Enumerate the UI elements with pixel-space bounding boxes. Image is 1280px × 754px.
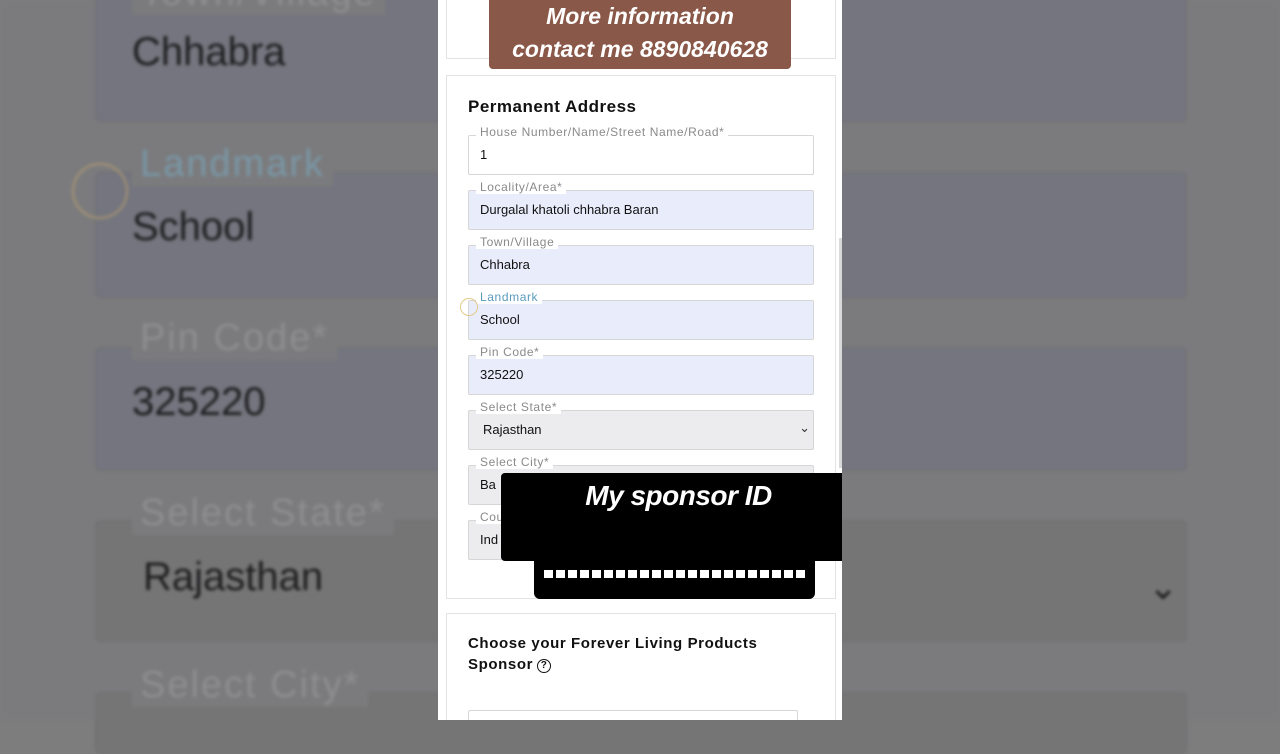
town-field[interactable]: Town/Village Chhabra: [468, 235, 814, 285]
bg-pin-value: 325220: [132, 380, 266, 424]
city-value: Ba: [480, 477, 496, 492]
pin-code-field[interactable]: Pin Code* 325220: [468, 345, 814, 395]
chevron-down-icon: ⌄: [799, 420, 810, 435]
bg-touch-indicator: [72, 163, 128, 219]
city-label: Select City*: [476, 455, 554, 469]
touch-indicator: [460, 298, 478, 316]
pin-code-value: 325220: [480, 367, 524, 382]
house-number-field[interactable]: House Number/Name/Street Name/Road* 1: [468, 125, 814, 175]
locality-field[interactable]: Locality/Area* Durgalal khatoli chhabra …: [468, 180, 814, 230]
locality-label: Locality/Area*: [476, 180, 567, 194]
bg-state-label: Select State*: [132, 492, 394, 535]
pin-code-label: Pin Code*: [476, 345, 544, 359]
landmark-field[interactable]: Landmark School: [468, 290, 814, 340]
house-number-label: House Number/Name/Street Name/Road*: [476, 125, 729, 139]
country-value: Ind: [480, 532, 499, 547]
house-number-value: 1: [480, 147, 488, 162]
state-value: Rajasthan: [483, 422, 542, 437]
landmark-value: School: [480, 312, 520, 327]
sponsor-card: Choose your Forever Living Products Spon…: [446, 613, 836, 720]
bg-pin-label: Pin Code*: [132, 317, 338, 360]
state-select[interactable]: Select State* Rajasthan ⌄: [468, 400, 814, 450]
bg-landmark-label: Landmark: [132, 143, 333, 186]
bg-city-label: Select City*: [132, 664, 369, 707]
section-title: Permanent Address: [468, 97, 637, 116]
contact-banner: More information contact me 8890840628: [489, 0, 791, 69]
sponsor-overlay-heading: My sponsor ID: [585, 480, 772, 511]
bg-town-label: Town/Village: [132, 0, 385, 15]
bg-town-value: Chhabra: [132, 30, 286, 74]
house-number-input[interactable]: [468, 135, 814, 175]
scrollbar[interactable]: [839, 238, 842, 468]
state-label: Select State*: [476, 400, 562, 414]
banner-line-1: More information: [546, 3, 734, 29]
banner-line-2: contact me 8890840628: [512, 36, 768, 62]
help-icon[interactable]: ?: [537, 659, 552, 673]
sponsor-id-redacted: [544, 570, 806, 578]
sponsor-overlay-tab: [534, 561, 815, 599]
bg-landmark-value: School: [132, 205, 255, 249]
bg-state-value: Rajasthan: [143, 555, 324, 599]
sponsor-title-text: Choose your Forever Living Products Spon…: [468, 635, 758, 673]
town-value: Chhabra: [480, 257, 530, 272]
locality-value: Durgalal khatoli chhabra Baran: [480, 202, 659, 217]
bg-chevron-down-icon: ⌄: [1148, 566, 1179, 607]
phone-screen: More information contact me 8890840628 P…: [438, 0, 842, 720]
town-label: Town/Village: [476, 235, 559, 249]
sponsor-title: Choose your Forever Living Products Spon…: [468, 633, 798, 675]
landmark-label: Landmark: [476, 290, 543, 304]
sponsor-id-input[interactable]: [468, 710, 798, 720]
